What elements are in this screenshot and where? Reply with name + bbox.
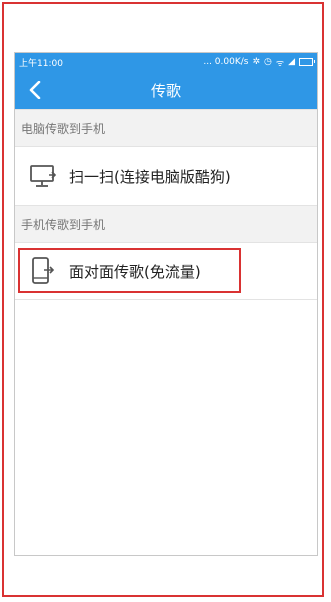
scan-connect-pc-label: 扫一扫(连接电脑版酷狗) [69,167,231,186]
back-button[interactable] [23,78,47,102]
status-bar: 上午11:00 ... 0.00K/s ✲ ◷ ᯤ ◢ [15,53,317,71]
app-bar: 传歌 [15,71,317,109]
phone-screen: 上午11:00 ... 0.00K/s ✲ ◷ ᯤ ◢ 传歌 电脑传歌到手机 扫… [14,52,318,556]
phone-transfer-icon [23,256,63,286]
wifi-icon: ᯤ [275,58,285,69]
monitor-icon [23,164,63,188]
face-to-face-transfer-item[interactable]: 面对面传歌(免流量) [15,243,317,300]
status-time: 上午11:00 [19,58,63,69]
status-indicators: ... 0.00K/s ✲ ◷ ᯤ ◢ [203,56,315,69]
signal-icon: ◢ [288,57,295,67]
section-header-pc: 电脑传歌到手机 [15,109,317,147]
network-speed: ... 0.00K/s [203,57,249,67]
battery-icon [299,58,315,66]
alarm-icon: ◷ [264,57,272,67]
page-title: 传歌 [150,81,181,100]
face-to-face-transfer-label: 面对面传歌(免流量) [69,262,201,281]
chevron-left-icon [29,81,41,99]
sync-icon: ✲ [252,57,260,67]
scan-connect-pc-item[interactable]: 扫一扫(连接电脑版酷狗) [15,147,317,206]
section-header-phone: 手机传歌到手机 [15,206,317,243]
